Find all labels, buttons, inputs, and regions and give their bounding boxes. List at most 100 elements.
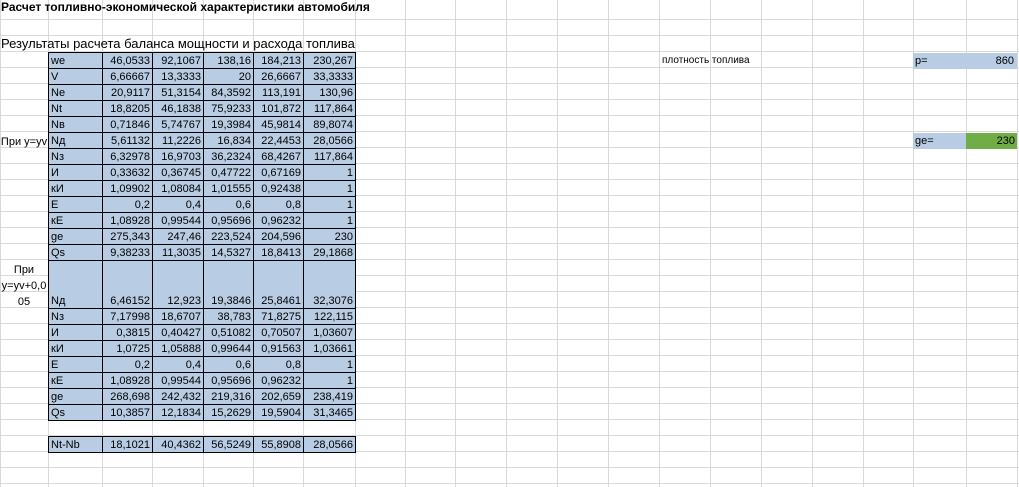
- value-cell[interactable]: 36,2324: [203, 148, 254, 165]
- value-cell[interactable]: 51,3154: [152, 84, 204, 101]
- value-cell[interactable]: 12,1834: [152, 404, 204, 421]
- value-cell[interactable]: 18,8413: [253, 244, 304, 261]
- row-label-cell[interactable]: Qs: [48, 404, 103, 421]
- value-cell[interactable]: 0,99544: [152, 372, 204, 389]
- value-cell[interactable]: 84,3592: [203, 84, 254, 101]
- value-cell[interactable]: 20: [203, 68, 254, 85]
- value-cell[interactable]: 1,0725: [102, 340, 153, 357]
- row-label-cell[interactable]: Е: [48, 196, 103, 213]
- value-cell[interactable]: 0,99644: [203, 340, 254, 357]
- value-cell[interactable]: 28,0566: [303, 132, 356, 149]
- value-cell[interactable]: 0,36745: [152, 164, 204, 181]
- row-label-cell[interactable]: Е: [48, 356, 103, 373]
- value-cell[interactable]: 12,923: [152, 260, 204, 309]
- value-cell[interactable]: 33,3333: [303, 68, 356, 85]
- value-cell[interactable]: 230,267: [303, 52, 356, 69]
- value-cell[interactable]: 113,191: [253, 84, 304, 101]
- row-label-cell[interactable]: Ne: [48, 84, 103, 101]
- value-cell[interactable]: 0,51082: [203, 324, 254, 341]
- value-cell[interactable]: 1: [303, 180, 356, 197]
- value-cell[interactable]: 10,3857: [102, 404, 153, 421]
- value-cell[interactable]: 0,6: [203, 196, 254, 213]
- value-cell[interactable]: 22,4453: [253, 132, 304, 149]
- value-cell[interactable]: 71,8275: [253, 308, 304, 325]
- value-cell[interactable]: 138,16: [203, 52, 254, 69]
- row-label-cell[interactable]: Nв: [48, 116, 103, 133]
- value-cell[interactable]: 130,96: [303, 84, 356, 101]
- value-cell[interactable]: 230: [303, 228, 356, 245]
- value-cell[interactable]: 46,0533: [102, 52, 153, 69]
- value-cell[interactable]: 1: [303, 356, 356, 373]
- value-cell[interactable]: 1,08928: [102, 372, 153, 389]
- value-cell[interactable]: 242,432: [152, 388, 204, 405]
- ge-value-cell[interactable]: 230: [966, 133, 1017, 149]
- value-cell[interactable]: 16,9703: [152, 148, 204, 165]
- value-cell[interactable]: 7,17998: [102, 308, 153, 325]
- value-cell[interactable]: 204,596: [253, 228, 304, 245]
- value-cell[interactable]: 0,47722: [203, 164, 254, 181]
- value-cell[interactable]: 202,659: [253, 388, 304, 405]
- value-cell[interactable]: 89,8074: [303, 116, 356, 133]
- value-cell[interactable]: 0,3815: [102, 324, 153, 341]
- rho-cell[interactable]: p= 860: [913, 53, 1017, 69]
- value-cell[interactable]: 20,9117: [102, 84, 153, 101]
- value-cell[interactable]: 0,67169: [253, 164, 304, 181]
- row-label-cell[interactable]: Nt: [48, 100, 103, 117]
- ge-label-cell[interactable]: ge=: [913, 133, 966, 149]
- value-cell[interactable]: 0,8: [253, 356, 304, 373]
- row-label-cell[interactable]: Nд: [48, 132, 103, 149]
- value-cell[interactable]: 184,213: [253, 52, 304, 69]
- value-cell[interactable]: 29,1868: [303, 244, 356, 261]
- value-cell[interactable]: 247,46: [152, 228, 204, 245]
- value-cell[interactable]: 68,4267: [253, 148, 304, 165]
- row-label-cell[interactable]: И: [48, 324, 103, 341]
- value-cell[interactable]: 75,9233: [203, 100, 254, 117]
- value-cell[interactable]: 13,3333: [152, 68, 204, 85]
- value-cell[interactable]: 38,783: [203, 308, 254, 325]
- value-cell[interactable]: 16,834: [203, 132, 254, 149]
- value-cell[interactable]: 6,66667: [102, 68, 153, 85]
- value-cell[interactable]: 1: [303, 372, 356, 389]
- value-cell[interactable]: 56,5249: [203, 436, 254, 453]
- value-cell[interactable]: 0,6: [203, 356, 254, 373]
- value-cell[interactable]: 0,2: [102, 196, 153, 213]
- value-cell[interactable]: 14,5327: [203, 244, 254, 261]
- value-cell[interactable]: 18,1021: [102, 436, 153, 453]
- value-cell[interactable]: 0,33632: [102, 164, 153, 181]
- row-label-cell[interactable]: Nз: [48, 308, 103, 325]
- value-cell[interactable]: 18,8205: [102, 100, 153, 117]
- value-cell[interactable]: 5,74767: [152, 116, 204, 133]
- value-cell[interactable]: 1,03607: [303, 324, 356, 341]
- value-cell[interactable]: 11,2226: [152, 132, 204, 149]
- value-cell[interactable]: 0,95696: [203, 212, 254, 229]
- value-cell[interactable]: 0,96232: [253, 372, 304, 389]
- value-cell[interactable]: 0,99544: [152, 212, 204, 229]
- value-cell[interactable]: 26,6667: [253, 68, 304, 85]
- value-cell[interactable]: 11,3035: [152, 244, 204, 261]
- value-cell[interactable]: 1,09902: [102, 180, 153, 197]
- value-cell[interactable]: 40,4362: [152, 436, 204, 453]
- value-cell[interactable]: 0,91563: [253, 340, 304, 357]
- row-label-cell[interactable]: кЕ: [48, 372, 103, 389]
- value-cell[interactable]: 45,9814: [253, 116, 304, 133]
- value-cell[interactable]: 0,4: [152, 196, 204, 213]
- value-cell[interactable]: 46,1838: [152, 100, 204, 117]
- value-cell[interactable]: 1: [303, 164, 356, 181]
- value-cell[interactable]: 18,6707: [152, 308, 204, 325]
- value-cell[interactable]: 101,872: [253, 100, 304, 117]
- row-label-cell[interactable]: ge: [48, 228, 103, 245]
- value-cell[interactable]: 28,0566: [303, 436, 356, 453]
- value-cell[interactable]: 0,40427: [152, 324, 204, 341]
- value-cell[interactable]: 268,698: [102, 388, 153, 405]
- row-label-cell[interactable]: V: [48, 68, 103, 85]
- row-label-cell[interactable]: кЕ: [48, 212, 103, 229]
- row-label-cell[interactable]: кИ: [48, 340, 103, 357]
- row-label-cell[interactable]: Nt-Nb: [48, 436, 103, 453]
- value-cell[interactable]: 1,08928: [102, 212, 153, 229]
- value-cell[interactable]: 1: [303, 212, 356, 229]
- value-cell[interactable]: 223,524: [203, 228, 254, 245]
- value-cell[interactable]: 19,3984: [203, 116, 254, 133]
- value-cell[interactable]: 9,38233: [102, 244, 153, 261]
- value-cell[interactable]: 0,8: [253, 196, 304, 213]
- value-cell[interactable]: 15,2629: [203, 404, 254, 421]
